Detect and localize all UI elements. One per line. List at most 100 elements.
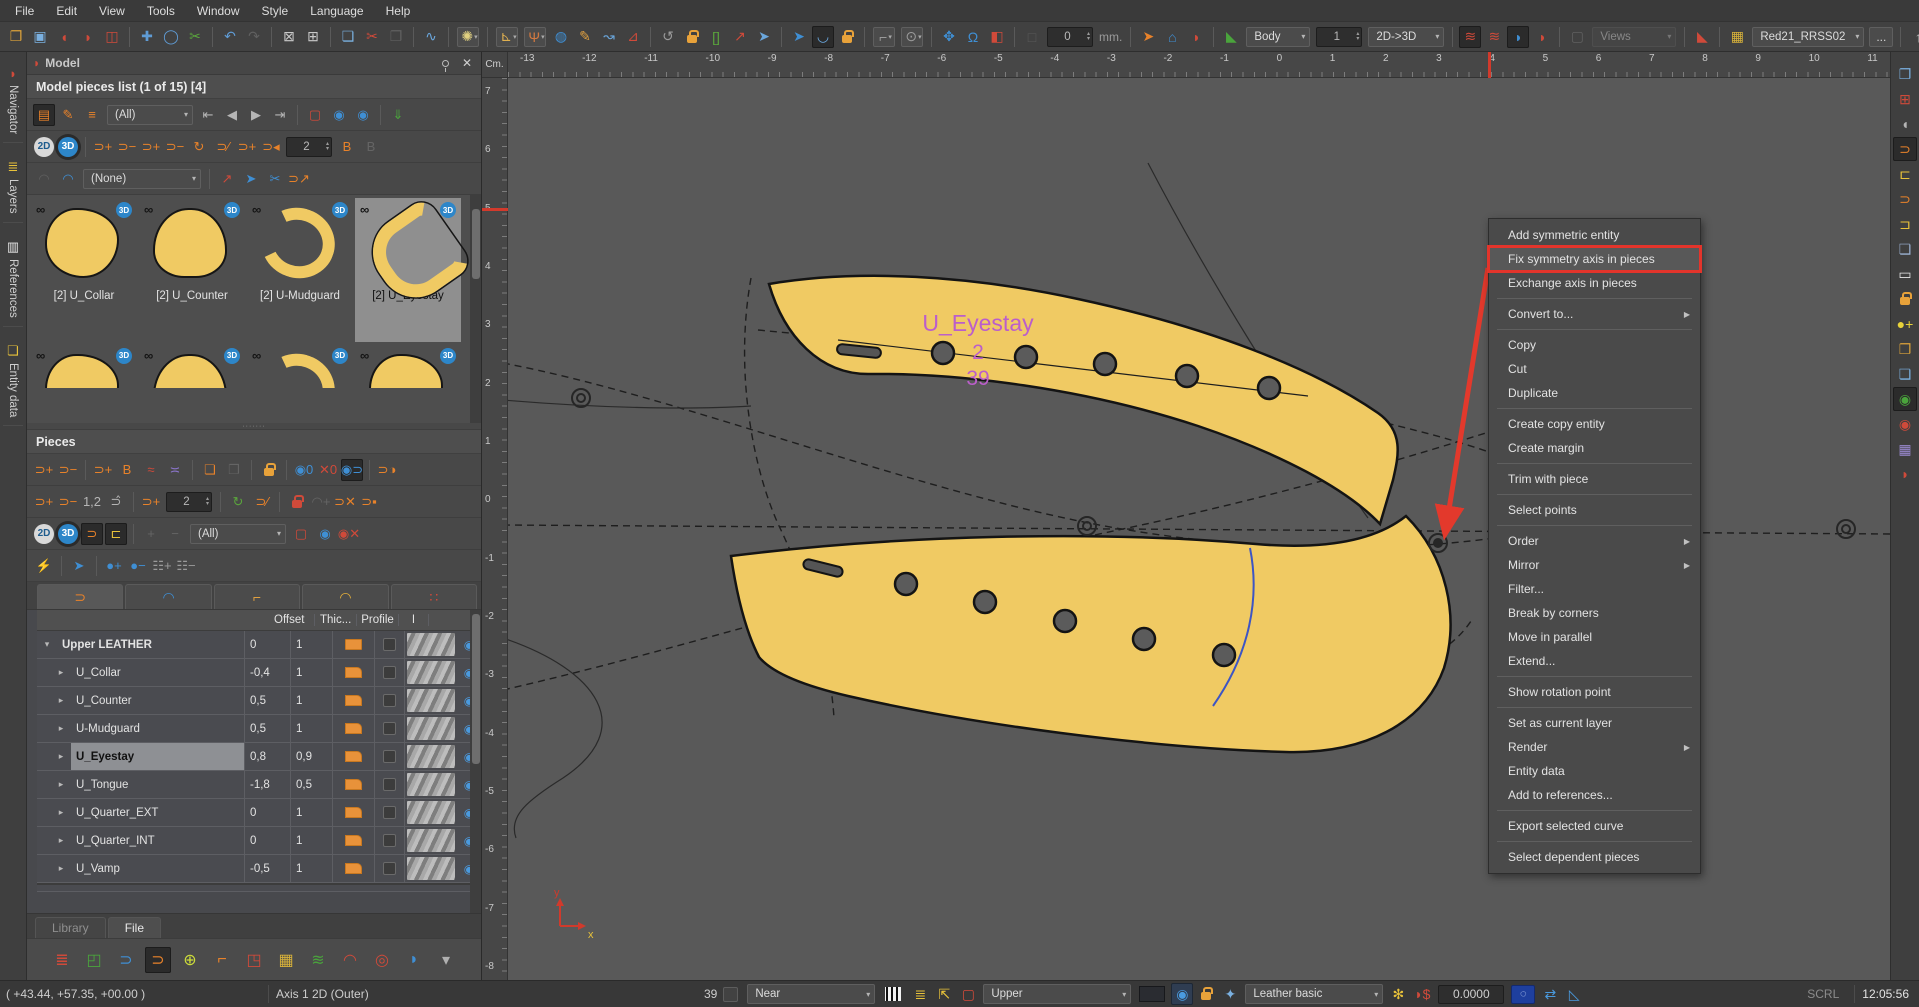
arc-tool-icon[interactable]: ◡: [812, 26, 834, 48]
cost-shoe-icon[interactable]: ◗$: [1411, 983, 1433, 1005]
piece-name-cell[interactable]: U_Eyestay: [71, 743, 245, 770]
context-menu-item[interactable]: Render ▶: [1489, 735, 1700, 759]
tab-file[interactable]: File: [108, 917, 161, 938]
axis-tool-icon[interactable]: ⌐: [873, 27, 895, 47]
expander-icon[interactable]: ▸: [51, 687, 71, 714]
hide-zero-icon[interactable]: ✕0: [317, 459, 339, 481]
texture-cell[interactable]: [405, 855, 457, 882]
piece-dashed-view-icon[interactable]: ⊏: [1893, 162, 1917, 186]
piece-cap-icon[interactable]: ⊃̂: [105, 491, 127, 513]
thumb-partial[interactable]: ∞ 3D: [355, 344, 461, 388]
window-arrows-icon[interactable]: ⊞: [1893, 87, 1917, 111]
checkbox[interactable]: [383, 778, 396, 791]
menu-item[interactable]: View: [88, 2, 136, 20]
thickness-cell[interactable]: 1: [291, 827, 333, 854]
pieces-filter-dropdown[interactable]: (All) ▾: [107, 105, 193, 125]
view-2d-toggle[interactable]: 2D: [34, 137, 54, 157]
table-row[interactable]: ▸ U_Collar -0,4 1 ◉: [37, 659, 481, 687]
context-menu-item[interactable]: Move in parallel: [1489, 625, 1700, 649]
bulk-pieces-icon[interactable]: B: [336, 136, 358, 158]
layer-move-icon[interactable]: ⇱: [933, 983, 955, 1005]
i-cell[interactable]: [375, 687, 405, 714]
thumb-u-eyestay[interactable]: ∞ 3D [2] U_Eyestay: [355, 198, 461, 342]
texture-cell[interactable]: [405, 799, 457, 826]
offset-cell[interactable]: 0,8: [245, 743, 291, 770]
texture-cell[interactable]: [405, 687, 457, 714]
context-menu-item[interactable]: Set as current layer: [1489, 711, 1700, 735]
piece-name-cell[interactable]: Upper LEATHER: [57, 631, 245, 658]
piece-window-view-icon[interactable]: ⊃: [1893, 137, 1917, 161]
context-menu-item[interactable]: Filter...: [1489, 577, 1700, 601]
brackets-icon[interactable]: []: [705, 26, 727, 48]
checkbox[interactable]: [383, 806, 396, 819]
piece2-remove-icon[interactable]: ⊃−: [57, 491, 79, 513]
curve-split-icon[interactable]: Ψ: [524, 27, 546, 47]
red-piece-icon[interactable]: ◗: [1185, 26, 1207, 48]
pan-tool-icon[interactable]: ✚: [136, 26, 158, 48]
show-add-icon[interactable]: ◉: [352, 104, 374, 126]
tab-pieces[interactable]: ⊃: [37, 584, 123, 609]
mode-dropdown[interactable]: 2D->3D ▾: [1368, 27, 1444, 47]
views-camera-icon[interactable]: ▢: [1566, 26, 1588, 48]
erase-icon[interactable]: ⊠: [278, 26, 300, 48]
offset-cell[interactable]: -0,4: [245, 659, 291, 686]
heel-icon[interactable]: ⌐: [209, 947, 235, 973]
expander-icon[interactable]: ▾: [37, 631, 57, 658]
move-up-icon[interactable]: ↑: [1907, 26, 1919, 48]
pin-icon[interactable]: [442, 60, 449, 67]
list-remove-icon[interactable]: ☷−: [175, 555, 197, 577]
table-row[interactable]: ▸ U_Tongue -1,8 0,5 ◉: [37, 771, 481, 799]
thumb-partial[interactable]: ∞ 3D: [31, 344, 137, 388]
piece-add-lining-icon[interactable]: ⊃+: [236, 136, 258, 158]
lock-window-icon[interactable]: [1893, 287, 1917, 311]
checkbox[interactable]: [383, 666, 396, 679]
camera-ring-icon[interactable]: ◎: [369, 947, 395, 973]
profile-cell[interactable]: [333, 771, 375, 798]
eye-last-icon[interactable]: ◉: [1893, 387, 1917, 411]
context-menu-item[interactable]: Export selected curve: [1489, 814, 1700, 838]
visible-icon[interactable]: ◉: [314, 523, 336, 545]
marquee2-icon[interactable]: ▢: [290, 523, 312, 545]
context-menu-item[interactable]: Add symmetric entity: [1489, 223, 1700, 247]
gear-icon[interactable]: ✻: [1387, 983, 1409, 1005]
measure-icon[interactable]: ⊾: [496, 27, 518, 47]
center-snap-icon[interactable]: ⊙: [901, 27, 923, 47]
col-thickness[interactable]: Thic...: [315, 614, 357, 626]
thumb-partial[interactable]: ∞ 3D: [139, 344, 245, 388]
folder-camera-icon[interactable]: ❐: [1893, 337, 1917, 361]
panel-splitter[interactable]: ·······: [27, 423, 481, 430]
piece-add-icon[interactable]: ⊃+: [92, 136, 114, 158]
offset-cell[interactable]: 0: [245, 799, 291, 826]
checkbox[interactable]: [383, 694, 396, 707]
piece-name-cell[interactable]: U_Quarter_INT: [71, 827, 245, 854]
curve-back-icon[interactable]: ↺: [657, 26, 679, 48]
nav-next-icon[interactable]: ▶: [245, 104, 267, 126]
balloon-add-icon[interactable]: ●+: [1893, 312, 1917, 336]
expander-icon[interactable]: ▸: [51, 743, 71, 770]
square-option-icon[interactable]: □: [1021, 26, 1043, 48]
eye-shoe-icon[interactable]: ◉: [1893, 412, 1917, 436]
piece-page-icon[interactable]: ❏: [199, 459, 221, 481]
expander-icon[interactable]: ▸: [51, 855, 71, 882]
thickness-cell[interactable]: 1: [291, 855, 333, 882]
curve-add-icon[interactable]: ↗: [729, 26, 751, 48]
tab-entity-data[interactable]: ❏ Entity data: [3, 335, 23, 426]
eyestay-bottom-band[interactable]: [731, 516, 1450, 752]
profile-cell[interactable]: [333, 631, 375, 658]
piece-export-icon[interactable]: ⊃↗: [288, 168, 310, 190]
material-dropdown[interactable]: Leather basic▾: [1245, 984, 1383, 1004]
grid-move-icon[interactable]: ▦: [1893, 437, 1917, 461]
piece-name-cell[interactable]: U_Counter: [71, 687, 245, 714]
palette-shoe-icon[interactable]: ▦: [273, 947, 299, 973]
dotted-circle-toggle[interactable]: ◌: [1511, 985, 1535, 1004]
lining-count-input[interactable]: 2 ▴▾: [166, 492, 212, 512]
view-3d-toggle[interactable]: 3D: [58, 137, 78, 157]
table-row[interactable]: ▸ U_Quarter_INT 0 1 ◉: [37, 827, 481, 855]
eyestay-top-band[interactable]: [769, 276, 1398, 524]
curves-join-icon[interactable]: ≍: [164, 459, 186, 481]
i-cell[interactable]: [375, 771, 405, 798]
thickness-cell[interactable]: 0,5: [291, 771, 333, 798]
table-row[interactable]: ▾ Upper LEATHER 0 1 ◉: [37, 631, 481, 659]
i-cell[interactable]: [375, 855, 405, 882]
piece-point-icon[interactable]: ⊃▪: [358, 491, 380, 513]
